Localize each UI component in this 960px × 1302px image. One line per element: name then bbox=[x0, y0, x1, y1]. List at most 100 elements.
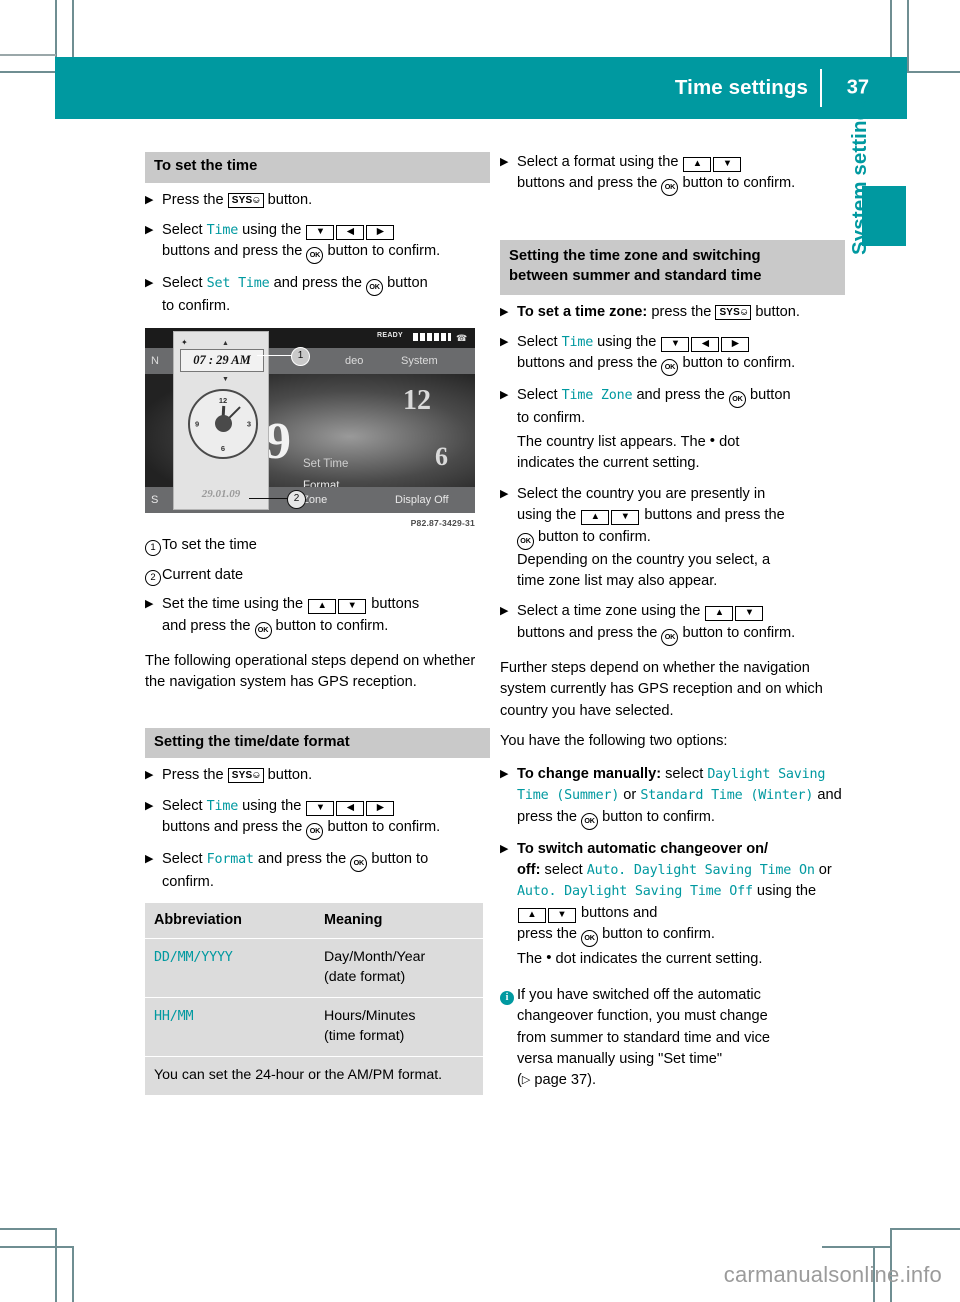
clock-glyph: ⎉ bbox=[252, 194, 261, 206]
step-arrow-icon: ▶ bbox=[145, 277, 154, 290]
step-text-pre: Set the time using the bbox=[162, 596, 308, 613]
dial-numeral-6: 6 bbox=[435, 441, 448, 471]
step-text-line2-pre: using the bbox=[517, 507, 581, 524]
dial-numeral-12: 12 bbox=[403, 384, 431, 416]
arrow-right-button-icon: ▶ bbox=[721, 336, 750, 352]
step-text-post: buttons bbox=[367, 596, 420, 613]
step-text-post: button. bbox=[263, 191, 313, 208]
step-arrow-icon: ▶ bbox=[145, 769, 154, 782]
menu-system-label: System bbox=[401, 354, 438, 367]
step-text-line2-pre: and press the bbox=[162, 617, 255, 634]
arrow-down-button-icon: ▼ bbox=[306, 224, 335, 240]
step-text-post: buttons and press the bbox=[517, 355, 662, 372]
right-column: ▶ Select a format using the ▲ ▼ buttons an… bbox=[500, 152, 845, 1101]
step-switch-automatic-changeover: ▶ To switch automatic changeover on/off:… bbox=[500, 839, 845, 971]
step-text-line2-post: buttons and press the bbox=[640, 507, 785, 524]
column-header-abbreviation: Abbreviation bbox=[145, 902, 315, 939]
step-arrow-icon: ▶ bbox=[500, 156, 509, 168]
abbrev-slash: / bbox=[169, 949, 178, 965]
step-text: Select the country you are presently in u… bbox=[517, 484, 845, 593]
step-text: Select Set Time and press the OK button t… bbox=[162, 273, 490, 317]
arrow-down-button-icon: ▼ bbox=[548, 907, 576, 923]
meaning-line2: (date format) bbox=[324, 969, 406, 986]
step-text-post: buttons and bbox=[577, 904, 658, 921]
table-note-row: You can set the 24-hour or the AM/PM for… bbox=[145, 1056, 483, 1095]
sys-button-icon: SYS⎉ bbox=[227, 192, 264, 208]
label-display-off: Display Off bbox=[395, 493, 449, 506]
watermark: carmanualsonline.info bbox=[723, 1262, 942, 1287]
satellite-icon: ✦ bbox=[181, 337, 188, 347]
step-text-bold-line2: off: bbox=[517, 861, 541, 878]
step-text-post: buttons and press the bbox=[162, 243, 307, 260]
crop-mark-bottom-right-h2 bbox=[822, 1246, 892, 1248]
step-text-mid: using the bbox=[238, 797, 306, 814]
step-text-line2-post: button to confirm. bbox=[678, 624, 796, 641]
abbrev-slash: / bbox=[169, 1008, 178, 1024]
step-text-line2: to confirm. bbox=[517, 410, 586, 427]
legend-label: Current date bbox=[162, 566, 244, 583]
step-arrow-icon: ▶ bbox=[145, 799, 154, 812]
step-text: Select a format using the ▲ ▼ buttons and … bbox=[517, 152, 845, 197]
menu-item-time: Time bbox=[206, 798, 239, 814]
info-line3: from summer to standard time and vice bbox=[517, 1029, 771, 1046]
step-text-pre: Select bbox=[517, 333, 562, 350]
step-select-time-3: ▶ Select Time using the ▼ ◀ ▶ buttons and p… bbox=[500, 332, 845, 377]
step-text-pre: Select a time zone using the bbox=[517, 603, 705, 620]
menu-item-set-time: Set Time bbox=[206, 276, 270, 292]
arrow-down-button-icon: ▼ bbox=[338, 599, 367, 615]
step-select-time-2: ▶ Select Time using the ▼ ◀ ▶ buttons and p… bbox=[145, 796, 490, 841]
table-note: You can set the 24-hour or the AM/PM for… bbox=[145, 1056, 483, 1095]
circled-number-icon: 2 bbox=[145, 569, 161, 586]
menu-item-format: Format bbox=[206, 852, 254, 868]
menu-item-auto-dst-on: Auto. Daylight Saving Time On bbox=[586, 862, 815, 878]
crop-mark-top-right-v2 bbox=[907, 0, 909, 72]
illustration-wrapper: READY ☎ N deo System 12 9 6 Set Time For… bbox=[145, 327, 490, 530]
step-change-manually: ▶ To change manually: select Daylight Sa… bbox=[500, 764, 845, 830]
step-text-using: using the bbox=[752, 883, 817, 900]
step-text-tail: button to confirm. bbox=[678, 355, 796, 372]
step-press-sys-button-2: ▶ Press the SYS⎉ button. bbox=[145, 765, 490, 786]
crop-mark-top-left-v2 bbox=[72, 0, 74, 57]
step-text-pre: Press the bbox=[162, 191, 228, 208]
info-note: i If you have switched off the automatic… bbox=[500, 985, 845, 1092]
step-text-post: buttons and press the bbox=[162, 819, 307, 836]
step-text: Set the time using the ▲ ▼ buttons and pre… bbox=[162, 594, 490, 639]
format-table: Abbreviation Meaning DD/MM/YYYY Day/Mont… bbox=[145, 902, 483, 1095]
legend-label: To set the time bbox=[162, 537, 257, 554]
step-select-time-zone-value: ▶ Select a time zone using the ▲ ▼ buttons… bbox=[500, 601, 845, 646]
info-line4: versa manually using "Set time" bbox=[517, 1051, 723, 1067]
step-text-tail2: confirm. bbox=[663, 808, 715, 825]
step-set-time-buttons: ▶ Set the time using the ▲ ▼ buttons and p… bbox=[145, 594, 490, 639]
crop-mark-bottom-right-h bbox=[890, 1228, 960, 1230]
step-select-country: ▶ Select the country you are presently i… bbox=[500, 484, 845, 593]
info-icon: i bbox=[500, 990, 514, 1005]
step-set-time-zone: ▶ To set a time zone: press the SYS⎉ but… bbox=[500, 302, 845, 323]
step-text-tail: button to confirm. bbox=[323, 243, 441, 260]
step-text-press-post: button to confirm. bbox=[598, 926, 715, 943]
ok-button-icon: OK bbox=[306, 247, 324, 265]
step-text-tail2: to confirm. bbox=[162, 298, 231, 315]
callout-marker-1: 1 bbox=[291, 346, 310, 366]
step-arrow-icon: ▶ bbox=[500, 487, 509, 500]
ok-button-icon: OK bbox=[661, 628, 679, 646]
step-text-pre: Select bbox=[517, 387, 562, 404]
label-set-time: Set Time bbox=[303, 457, 349, 470]
step-text-mid: using the bbox=[593, 333, 661, 350]
crop-mark-bottom-left-v bbox=[55, 1228, 57, 1302]
step-arrow-icon: ▶ bbox=[145, 193, 154, 206]
arrow-down-button-icon: ▼ bbox=[611, 510, 640, 526]
step-text-pre: select bbox=[540, 861, 587, 878]
ok-button-icon: OK bbox=[581, 930, 599, 948]
step-text-post: and press the bbox=[632, 387, 729, 404]
set-time-popup: ✦ ▲ 07 : 29 AM ▼ 12 3 6 9 29.01.09 bbox=[173, 330, 269, 510]
arrow-down-button-icon: ▼ bbox=[713, 157, 742, 172]
arrow-up-button-icon: ▲ bbox=[518, 907, 546, 923]
step-text-pre: Select bbox=[162, 275, 207, 292]
step-text-dot-post: dot indicates the current setting. bbox=[551, 951, 763, 968]
step-text-line3-post: dot bbox=[715, 433, 740, 450]
paragraph-gps-note: The following operational steps depend o… bbox=[145, 652, 476, 691]
clock-hub bbox=[214, 415, 232, 433]
step-text-line4: indicates the current setting. bbox=[517, 455, 700, 472]
step-text: To change manually: select Daylight Savi… bbox=[517, 764, 845, 830]
ok-button-icon: OK bbox=[254, 621, 272, 639]
